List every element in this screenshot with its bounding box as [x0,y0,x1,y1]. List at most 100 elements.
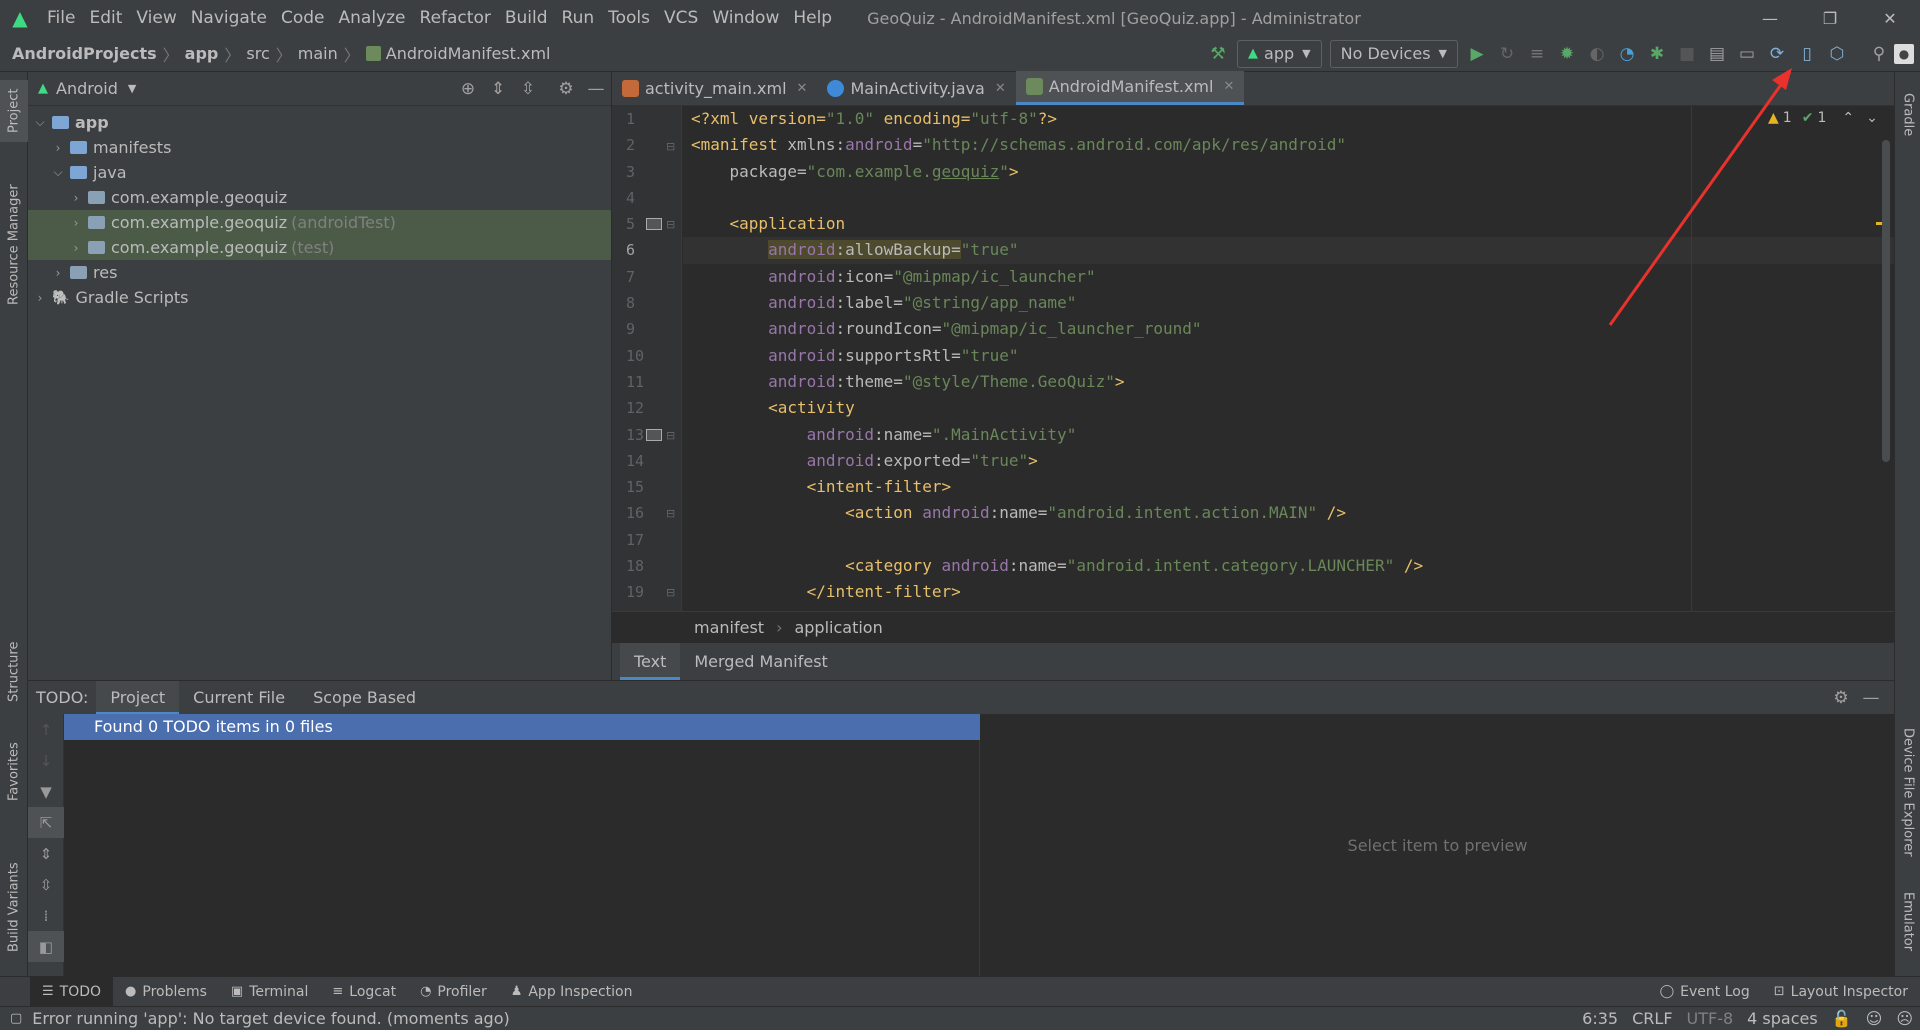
fold-icon[interactable]: ⊟ [666,140,675,153]
menu-window[interactable]: Window [705,0,786,36]
tool-todo[interactable]: ☰ TODO [30,976,114,1007]
breadcrumb-item[interactable]: AndroidManifest.xml [386,44,551,63]
tab-activity-main[interactable]: activity_main.xml ✕ [612,71,817,105]
breadcrumb-item[interactable]: main [298,44,338,63]
tool-layout-inspector[interactable]: ⊡ Layout Inspector [1762,977,1920,1007]
menu-vcs[interactable]: VCS [657,0,705,36]
group-by-icon[interactable]: ⁞ [28,900,64,931]
tab-android-manifest[interactable]: AndroidManifest.xml ✕ [1015,71,1245,105]
side-tab-structure[interactable]: Structure [0,632,28,712]
chevron-right-icon[interactable]: › [32,291,48,305]
fold-icon[interactable]: ⊟ [666,429,675,442]
menu-tools[interactable]: Tools [601,0,657,36]
code-line[interactable]: <activity [683,395,1894,421]
code-line[interactable]: </intent-filter> [683,579,1894,605]
breadcrumb-item[interactable]: src [246,44,269,63]
run-config-select[interactable]: ▲ app ▼ [1237,39,1322,68]
menu-view[interactable]: View [129,0,183,36]
fold-icon[interactable]: ⊟ [666,586,675,599]
collapse-all-icon[interactable]: ⇳ [513,74,543,104]
breadcrumb-item[interactable]: application [794,618,882,637]
run-icon[interactable]: ▶ [1462,39,1492,69]
expand-all-icon[interactable]: ⇕ [28,838,64,869]
tab-merged-manifest[interactable]: Merged Manifest [680,643,841,680]
todo-result-row[interactable]: Found 0 TODO items in 0 files [64,714,980,740]
side-tab-favorites[interactable]: Favorites [0,732,28,812]
menu-help[interactable]: Help [786,0,839,36]
hide-icon[interactable]: — [1856,683,1886,713]
chevron-right-icon[interactable]: › [68,216,84,230]
chevron-down-icon[interactable]: ⌵ [50,165,66,180]
todo-tab-scope-based[interactable]: Scope Based [299,681,430,715]
chevron-right-icon[interactable]: › [50,266,66,280]
tree-item-manifests[interactable]: › manifests [28,135,611,160]
menu-analyze[interactable]: Analyze [332,0,413,36]
todo-tab-current-file[interactable]: Current File [179,681,299,715]
collapse-all-icon[interactable]: ⇳ [28,869,64,900]
breadcrumb-item[interactable]: app [185,44,219,63]
code-line[interactable]: <intent-filter> [683,474,1894,500]
project-view-label[interactable]: Android [56,79,118,98]
menu-navigate[interactable]: Navigate [184,0,274,36]
tool-profiler[interactable]: ◔ Profiler [408,977,499,1007]
side-tab-resource-manager[interactable]: Resource Manager [0,170,28,320]
gear-icon[interactable]: ⚙ [1826,683,1856,713]
preview-toggle-icon[interactable]: ◧ [28,931,64,962]
todo-tab-project[interactable]: Project [96,680,180,715]
locate-icon[interactable]: ⊕ [453,74,483,104]
fold-icon[interactable]: ⊟ [666,507,675,520]
lock-icon[interactable]: 🔓 [1825,1009,1859,1028]
tool-logcat[interactable]: ≡ Logcat [320,977,408,1007]
code-line[interactable]: <action android:name="android.intent.act… [683,500,1894,526]
image-preview-icon[interactable] [646,429,662,441]
code-line[interactable]: android:supportsRtl="true" [683,343,1894,369]
tree-item-app[interactable]: ⌵ app [28,110,611,135]
code-line[interactable]: <category android:name="android.intent.c… [683,553,1894,579]
tree-item-gradle-scripts[interactable]: › 🐘 Gradle Scripts [28,285,611,310]
chevron-right-icon[interactable]: › [68,191,84,205]
fold-icon[interactable]: ⊟ [666,218,675,231]
menu-refactor[interactable]: Refactor [413,0,498,36]
file-encoding[interactable]: UTF-8 [1680,1009,1741,1028]
menu-run[interactable]: Run [555,0,602,36]
menu-edit[interactable]: Edit [82,0,129,36]
side-tab-device-file-explorer[interactable]: Device File Explorer [1895,712,1920,872]
side-tab-project[interactable]: Project [0,80,28,142]
chevron-down-icon[interactable]: ▼ [128,82,136,95]
close-tab-icon[interactable]: ✕ [797,81,808,96]
close-icon[interactable]: ✕ [1860,9,1920,28]
arrow-down-icon[interactable]: ↓ [28,745,64,776]
tool-problems[interactable]: ● Problems [113,977,219,1007]
image-preview-icon[interactable] [646,218,662,230]
code-line[interactable]: android:theme="@style/Theme.GeoQuiz"> [683,369,1894,395]
autoscroll-icon[interactable]: ⇱ [28,807,64,838]
line-separator[interactable]: CRLF [1625,1009,1679,1028]
side-tab-build-variants[interactable]: Build Variants [0,852,28,962]
tree-item-package[interactable]: › com.example.geoquiz [28,185,611,210]
sdk-manager-icon[interactable]: ⬡ [1822,39,1852,69]
debug-icon[interactable]: ✹ [1552,39,1582,69]
code-line[interactable] [683,527,1894,553]
hide-icon[interactable]: — [581,74,611,104]
filter-icon[interactable]: ▼ [28,776,64,807]
status-message[interactable]: Error running 'app': No target device fo… [32,1009,509,1028]
tool-terminal[interactable]: ▣ Terminal [219,977,320,1007]
close-tab-icon[interactable]: ✕ [995,81,1006,96]
arrow-up-icon[interactable]: ↑ [28,714,64,745]
restore-icon[interactable]: ❐ [1800,9,1860,28]
tab-main-activity[interactable]: MainActivity.java ✕ [817,71,1015,105]
tree-item-java[interactable]: ⌵ java [28,160,611,185]
caret-position[interactable]: 6:35 [1575,1009,1625,1028]
device-select[interactable]: No Devices ▼ [1329,39,1458,68]
breadcrumb-item[interactable]: manifest [694,618,764,637]
side-tab-emulator[interactable]: Emulator [1895,882,1920,962]
tree-item-package-androidtest[interactable]: › com.example.geoquiz (androidTest) [28,210,611,235]
rerun-icon[interactable]: ↻ [1492,39,1522,69]
tool-event-log[interactable]: ◯ Event Log [1648,977,1762,1007]
chevron-right-icon[interactable]: › [68,241,84,255]
hammer-icon[interactable]: ⚒ [1203,39,1233,69]
code-line[interactable]: android:exported="true"> [683,448,1894,474]
code-line[interactable]: android:name=".MainActivity" [683,422,1894,448]
chevron-down-icon[interactable]: ⌵ [32,115,48,130]
apply-changes-icon[interactable]: ≡ [1522,39,1552,69]
